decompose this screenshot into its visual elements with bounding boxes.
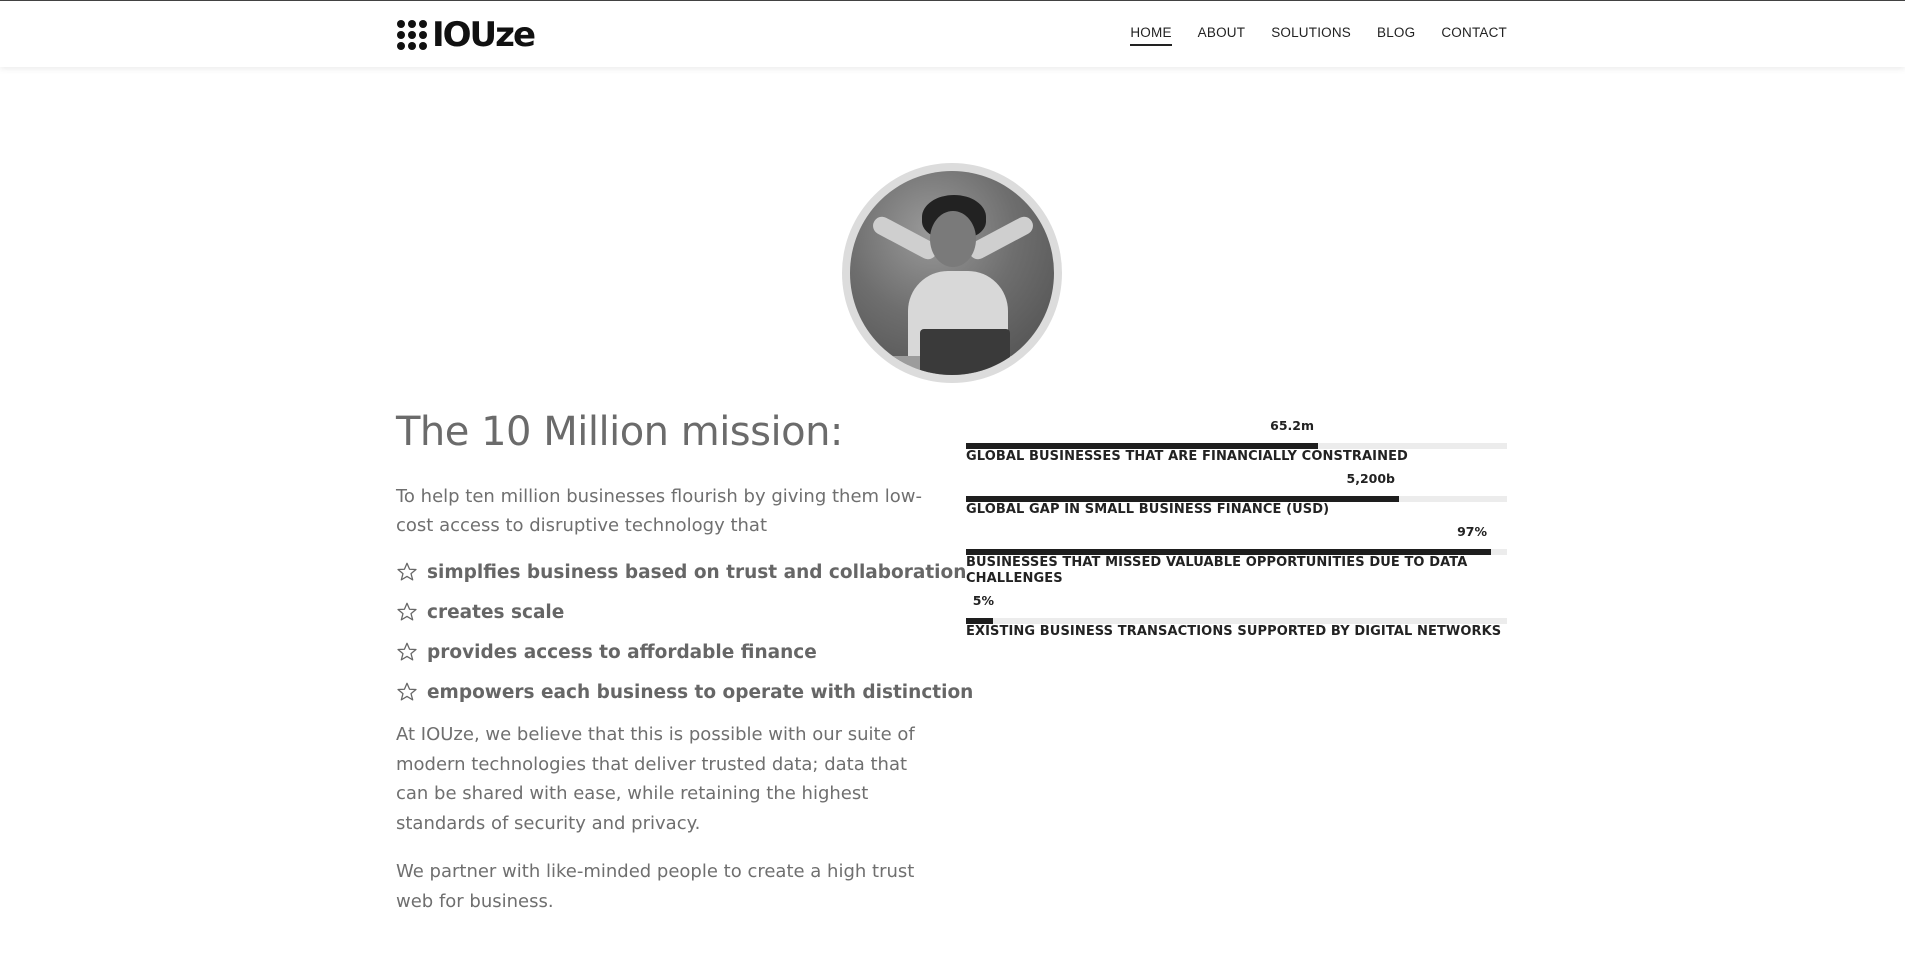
nav-home[interactable]: HOME [1130,25,1172,46]
logo-dots-icon [397,19,428,51]
bullet-text: provides access to affordable finance [427,641,817,663]
bullet-text: empowers each business to operate with d… [427,681,974,703]
mission-title: The 10 Million mission: [396,409,843,455]
list-item: empowers each business to operate with d… [396,672,973,712]
logo-text: IOUze [432,15,536,55]
bullet-text: creates scale [427,601,565,623]
list-item: simplfies business based on trust and co… [396,552,973,592]
portrait-photo [842,163,1062,383]
nav-about[interactable]: ABOUT [1198,25,1246,46]
bullet-text: simplfies business based on trust and co… [427,561,967,583]
stat-value: 5% [972,593,994,608]
star-outline-icon [397,642,417,661]
list-item: creates scale [396,592,973,632]
list-item: provides access to affordable finance [396,632,973,672]
main-nav: HOME ABOUT SOLUTIONS BLOG CONTACT [1104,25,1507,46]
stat-label: EXISTING BUSINESS TRANSACTIONS SUPPORTED… [966,624,1502,639]
nav-contact[interactable]: CONTACT [1441,25,1507,46]
mission-intro: To help ten million businesses flourish … [396,486,922,536]
nav-blog[interactable]: BLOG [1377,25,1415,46]
stat-value: 5,200b [1346,471,1396,486]
star-outline-icon [397,682,417,701]
nav-solutions[interactable]: SOLUTIONS [1271,25,1351,46]
portrait-image [850,171,1054,375]
stat-label: GLOBAL GAP IN SMALL BUSINESS FINANCE (US… [966,502,1330,517]
stat-value: 97% [1457,524,1487,539]
mission-paragraph-2: At IOUze, we believe that this is possib… [396,724,915,834]
star-outline-icon [397,602,417,621]
star-outline-icon [397,562,417,581]
stat-label: GLOBAL BUSINESSES THAT ARE FINANCIALLY C… [966,449,1408,464]
stat-label: BUSINESSES THAT MISSED VALUABLE OPPORTUN… [966,555,1468,586]
mission-paragraph-3: We partner with like-minded people to cr… [396,861,915,912]
site-logo[interactable]: IOUze [397,15,536,55]
mission-bullet-list: simplfies business based on trust and co… [396,552,973,712]
site-header: IOUze HOME ABOUT SOLUTIONS BLOG CONTACT [0,1,1905,67]
stat-value: 65.2m [1270,418,1314,433]
